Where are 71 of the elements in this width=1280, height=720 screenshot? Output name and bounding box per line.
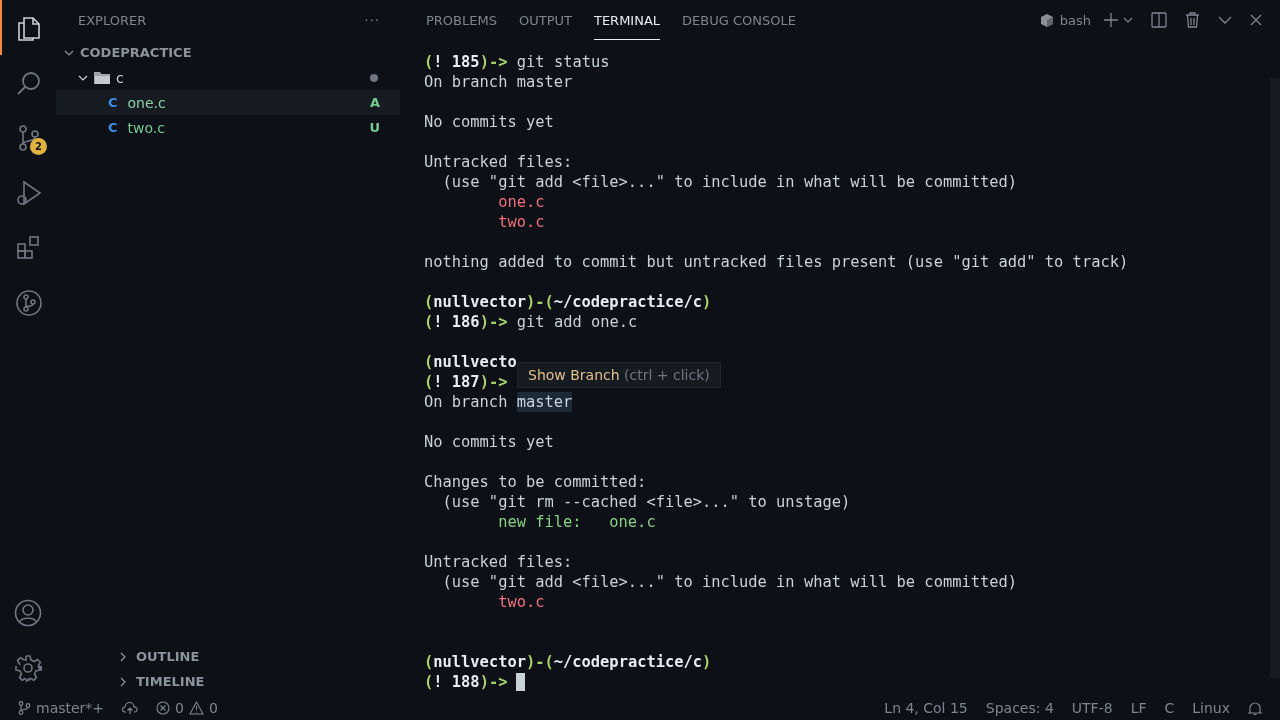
plus-icon[interactable] xyxy=(1103,12,1119,28)
section-header[interactable]: TIMELINE xyxy=(56,669,400,694)
terminal-output: (use "git add <file>..." to include in what will be committed) xyxy=(441,572,1018,592)
git-graph-icon xyxy=(15,288,43,317)
source-control-icon xyxy=(16,123,42,152)
settings-icon[interactable] xyxy=(14,654,42,682)
terminal-output: two.c xyxy=(497,592,545,612)
panel-tab[interactable]: DEBUG CONSOLE xyxy=(682,0,796,40)
panel-tab[interactable]: PROBLEMS xyxy=(426,0,497,40)
file-item[interactable]: C two.c U xyxy=(56,115,400,140)
problems-status[interactable]: 0 0 xyxy=(156,700,218,716)
c-file-icon: C xyxy=(108,95,118,110)
terminal-output: Untracked files: xyxy=(424,152,573,172)
search-icon xyxy=(16,69,42,96)
terminal-output: No commits yet xyxy=(424,432,554,452)
bell-icon[interactable] xyxy=(1248,700,1262,716)
terminal-selector[interactable]: bash xyxy=(1039,12,1091,28)
status-item[interactable]: LF xyxy=(1130,700,1147,716)
account-icon[interactable] xyxy=(14,599,42,627)
status-item[interactable]: Spaces: 4 xyxy=(985,700,1054,716)
file-item[interactable]: C one.c A xyxy=(56,90,400,115)
prompt-line: (! 186)-> git add one.c xyxy=(424,312,638,332)
branch-link[interactable]: master xyxy=(516,392,573,412)
status-item[interactable]: Linux xyxy=(1192,700,1230,716)
terminal-output: two.c xyxy=(497,212,545,232)
panel-tab[interactable]: OUTPUT xyxy=(518,0,572,40)
terminal-output: On branch master xyxy=(424,72,573,92)
chevron-icon xyxy=(118,651,128,662)
more-actions-button[interactable]: ··· xyxy=(364,12,380,28)
terminal-output: Changes to be committed: xyxy=(424,472,647,492)
close-icon[interactable] xyxy=(1250,14,1262,26)
terminal-output: (use "git rm --cached <file>..." to unstage) xyxy=(441,492,851,512)
cube-icon xyxy=(1039,12,1054,28)
run-debug-icon xyxy=(16,178,42,207)
tree-item[interactable]: CODEPRACTICE xyxy=(56,40,400,65)
cloud-upload-icon[interactable] xyxy=(122,701,139,715)
terminal-output: one.c xyxy=(497,192,545,212)
branch-status[interactable]: master*+ xyxy=(18,700,105,716)
prompt-line: (! 188)-> xyxy=(424,672,508,692)
panel-tab[interactable]: TERMINAL xyxy=(593,0,661,40)
terminal-output: Untracked files: xyxy=(424,552,573,572)
git-status-letter: A xyxy=(369,95,380,110)
prompt-line: (! 185)-> git status xyxy=(424,52,610,72)
chevron-down-icon[interactable] xyxy=(1123,15,1133,25)
tree-item[interactable]: c xyxy=(56,65,400,90)
section-header[interactable]: OUTLINE xyxy=(56,644,400,669)
git-status-letter: U xyxy=(369,120,380,135)
terminal-output: new file: one.c xyxy=(497,512,656,532)
status-item[interactable]: Ln 4, Col 15 xyxy=(884,700,968,716)
terminal-output: (use "git add <file>..." to include in what will be committed) xyxy=(441,172,1018,192)
folder-icon xyxy=(94,71,110,84)
count-badge: 2 xyxy=(30,138,47,155)
status-item[interactable]: C xyxy=(1164,700,1175,716)
branch-icon xyxy=(18,701,31,715)
terminal-output: On branch xyxy=(424,392,509,412)
chevron-icon xyxy=(118,676,128,687)
prompt-line: (nullvecto xyxy=(424,352,517,372)
c-file-icon: C xyxy=(108,120,118,135)
explorer-title: EXPLORER xyxy=(78,12,147,28)
prompt-line: (nullvector)-(~/codepractice/c) xyxy=(424,652,712,672)
trash-icon[interactable] xyxy=(1185,12,1200,28)
prompt-line: (! 187)-> xyxy=(424,372,508,392)
tooltip: Show Branch (ctrl + click) xyxy=(517,362,721,388)
terminal-output: No commits yet xyxy=(424,112,554,132)
status-item[interactable]: UTF-8 xyxy=(1071,700,1113,716)
terminal-output: nothing added to commit but untracked files present (use "git add" to track) xyxy=(424,252,1129,272)
prompt-line: (nullvector)-(~/codepractice/c) xyxy=(424,292,712,312)
split-icon[interactable] xyxy=(1151,12,1167,28)
warning-icon xyxy=(189,701,205,715)
error-icon xyxy=(156,701,171,715)
activity-item[interactable]: 2 xyxy=(0,110,56,165)
